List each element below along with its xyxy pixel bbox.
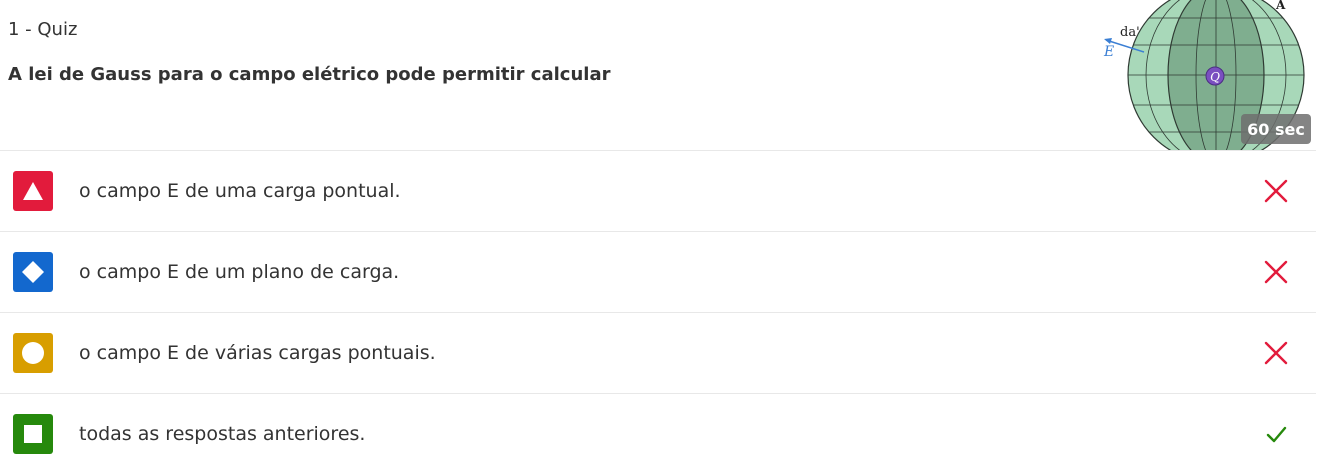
quiz-number-label: 1 - Quiz bbox=[8, 19, 78, 40]
x-mark-icon bbox=[1260, 175, 1292, 207]
charge-label: Q bbox=[1210, 70, 1220, 84]
timer-badge: 60 sec bbox=[1241, 114, 1311, 144]
answer-text: o campo E de um plano de carga. bbox=[79, 261, 400, 283]
x-mark-icon bbox=[1260, 337, 1292, 369]
answer-option-4[interactable]: todas as respostas anteriores. bbox=[0, 393, 1316, 474]
circle-icon bbox=[13, 333, 53, 373]
answer-text: todas as respostas anteriores. bbox=[79, 423, 366, 445]
field-label: E bbox=[1103, 44, 1114, 60]
answer-list: o campo E de uma carga pontual. o campo … bbox=[0, 150, 1316, 474]
triangle-icon bbox=[13, 171, 53, 211]
corner-label: A bbox=[1275, 0, 1286, 12]
answer-text: o campo E de uma carga pontual. bbox=[79, 180, 401, 202]
diamond-icon bbox=[13, 252, 53, 292]
answer-option-2[interactable]: o campo E de um plano de carga. bbox=[0, 231, 1316, 312]
answer-option-3[interactable]: o campo E de várias cargas pontuais. bbox=[0, 312, 1316, 393]
square-icon bbox=[13, 414, 53, 454]
quiz-panel: 1 - Quiz A lei de Gauss para o campo elé… bbox=[0, 0, 1319, 472]
answer-text: o campo E de várias cargas pontuais. bbox=[79, 342, 436, 364]
question-text: A lei de Gauss para o campo elétrico pod… bbox=[8, 64, 611, 85]
x-mark-icon bbox=[1260, 256, 1292, 288]
area-label: da' bbox=[1120, 25, 1140, 40]
answer-option-1[interactable]: o campo E de uma carga pontual. bbox=[0, 150, 1316, 231]
check-icon bbox=[1260, 418, 1292, 450]
